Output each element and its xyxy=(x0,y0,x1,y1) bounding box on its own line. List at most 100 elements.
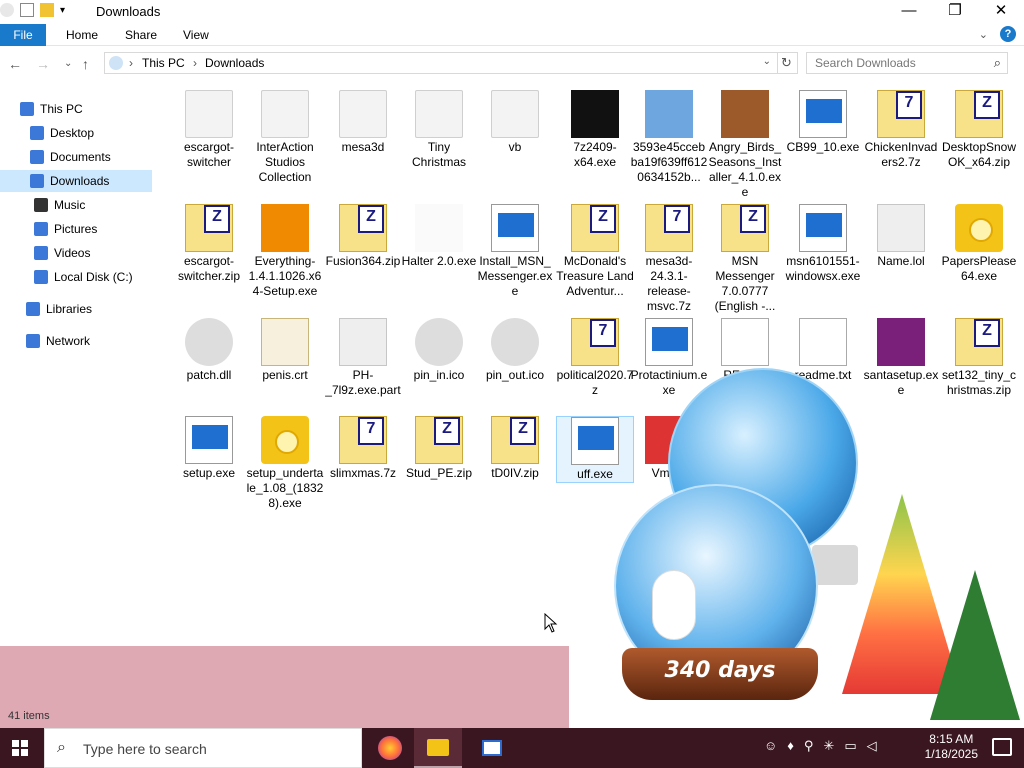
file-item[interactable]: pin_out.ico xyxy=(476,318,554,383)
setup-icon xyxy=(185,416,233,464)
search-tool-icon[interactable]: ⚲ xyxy=(804,738,814,754)
notification-icon[interactable] xyxy=(992,738,1012,756)
sidebar-item-libraries[interactable]: Libraries xyxy=(26,298,166,320)
file-name: Tiny Christmas xyxy=(411,140,466,169)
sidebar-item-downloads[interactable]: Downloads xyxy=(0,170,152,192)
file-item[interactable]: DesktopSnowOK_x64.zip xyxy=(940,90,1018,170)
tab-file[interactable]: File xyxy=(0,24,46,46)
file-item[interactable]: MSN Messenger 7.0.0777 (English -... xyxy=(706,204,784,314)
help-icon[interactable]: ? xyxy=(1000,26,1016,42)
start-button[interactable] xyxy=(0,728,44,768)
file-item[interactable]: Install_MSN_Messenger.exe xyxy=(476,204,554,299)
file-item[interactable]: Name.lol xyxy=(862,204,940,269)
file-item[interactable]: santasetup.exe xyxy=(862,318,940,398)
file-item[interactable]: Tiny Christmas xyxy=(400,90,478,170)
title-bar: ▾ Downloads — ❐ ✕ xyxy=(0,0,1024,24)
firefox-icon[interactable] xyxy=(366,728,414,768)
file-item[interactable]: CB99_10.exe xyxy=(784,90,862,155)
sidebar-item-label: Network xyxy=(46,334,91,348)
clock-date: 1/18/2025 xyxy=(924,747,978,761)
file-explorer-icon[interactable] xyxy=(414,728,462,768)
sidebar-item-local-disk-c[interactable]: Local Disk (C:) xyxy=(34,266,174,288)
breadcrumb-this-pc[interactable]: This PC xyxy=(142,56,185,70)
file-item[interactable]: Halter 2.0.exe xyxy=(400,204,478,269)
zip-archive-icon xyxy=(491,416,539,464)
file-name: set132_tiny_christmas.zip xyxy=(941,368,1017,397)
file-item[interactable]: Protactinium.exe xyxy=(630,318,708,398)
sidebar-item-desktop[interactable]: Desktop xyxy=(30,122,170,144)
mouse-cursor-icon xyxy=(544,613,558,633)
drop-icon[interactable]: ♦ xyxy=(787,738,794,754)
file-item[interactable]: Stud_PE.zip xyxy=(400,416,478,481)
breadcrumb-downloads[interactable]: Downloads xyxy=(205,56,264,70)
file-item[interactable]: setup.exe xyxy=(170,416,248,481)
file-item[interactable]: political2020.7z xyxy=(556,318,634,398)
people-icon[interactable]: ☺ xyxy=(764,738,777,754)
file-name: MSN Messenger 7.0.0777 (English -... xyxy=(714,254,776,313)
sparkle-icon[interactable]: ✳ xyxy=(823,738,834,754)
customize-chevron-icon[interactable]: ▾ xyxy=(60,5,65,16)
file-item[interactable]: InterAction Studios Collection xyxy=(246,90,324,185)
app-window-icon[interactable] xyxy=(468,728,516,768)
file-item[interactable]: penis.crt xyxy=(246,318,324,383)
sidebar-item-music[interactable]: Music xyxy=(34,194,174,216)
file-item[interactable]: Everything-1.4.1.1026.x64-Setup.exe xyxy=(246,204,324,299)
network-icon[interactable]: ▭ xyxy=(844,738,856,754)
file-item[interactable]: setup_undertale_1.08_(18328).exe xyxy=(246,416,324,511)
minimize-button[interactable]: — xyxy=(886,0,932,24)
folder-icon xyxy=(339,90,387,138)
refresh-icon[interactable]: ↻ xyxy=(776,52,798,74)
file-item[interactable]: Angry_Birds_Seasons_Installer_4.1.0.exe xyxy=(706,90,784,200)
file-item[interactable]: PapersPlease64.exe xyxy=(940,204,1018,284)
expand-ribbon-icon[interactable]: ⌄ xyxy=(979,28,988,41)
file-item[interactable]: uff.exe xyxy=(556,416,634,483)
properties-icon[interactable] xyxy=(20,3,34,17)
sidebar-item-documents[interactable]: Documents xyxy=(30,146,170,168)
taskbar-search-placeholder: Type here to search xyxy=(83,741,207,757)
address-bar[interactable]: › This PC › Downloads ⌄ xyxy=(104,52,778,74)
file-item[interactable]: set132_tiny_christmas.zip xyxy=(940,318,1018,398)
file-name: slimxmas.7z xyxy=(329,466,396,480)
tab-share[interactable]: Share xyxy=(125,24,157,46)
magnifier-icon xyxy=(261,204,309,252)
close-button[interactable]: ✕ xyxy=(978,0,1024,24)
file-item[interactable]: Fusion364.zip xyxy=(324,204,402,269)
sidebar-item-pictures[interactable]: Pictures xyxy=(34,218,174,240)
file-item[interactable]: pin_in.ico xyxy=(400,318,478,383)
file-item[interactable]: 3593e45ccebba19f639ff6120634152b... xyxy=(630,90,708,185)
file-item[interactable]: tD0IV.zip xyxy=(476,416,554,481)
file-item[interactable]: 7z2409-x64.exe xyxy=(556,90,634,170)
maximize-button[interactable]: ❐ xyxy=(932,0,978,24)
recent-chevron-icon[interactable]: ⌄ xyxy=(64,58,72,69)
tab-view[interactable]: View xyxy=(183,24,209,46)
address-dropdown-icon[interactable]: ⌄ xyxy=(763,56,771,67)
file-item[interactable]: slimxmas.7z xyxy=(324,416,402,481)
explorer-icon[interactable] xyxy=(0,3,14,17)
file-item[interactable]: patch.dll xyxy=(170,318,248,383)
forward-arrow-icon[interactable]: → xyxy=(36,56,50,72)
up-arrow-icon[interactable]: ↑ xyxy=(82,56,89,72)
file-item[interactable]: mesa3d-24.3.1-release-msvc.7z xyxy=(630,204,708,314)
sidebar-item-this-pc[interactable]: This PC xyxy=(20,98,160,120)
sidebar-item-label: Local Disk (C:) xyxy=(54,270,133,284)
file-name: tD0IV.zip xyxy=(491,466,539,480)
zip-archive-icon xyxy=(955,90,1003,138)
tab-home[interactable]: Home xyxy=(66,24,98,46)
file-item[interactable]: vb xyxy=(476,90,554,155)
file-item[interactable]: escargot-switcher xyxy=(170,90,248,170)
taskbar-search-box[interactable]: ⌕ Type here to search xyxy=(44,728,362,768)
file-item[interactable]: mesa3d xyxy=(324,90,402,155)
certificate-icon xyxy=(261,318,309,366)
new-folder-icon[interactable] xyxy=(40,3,54,17)
search-input[interactable]: Search Downloads ⌕ xyxy=(806,52,1008,74)
file-item[interactable]: ChickenInvaders2.7z xyxy=(862,90,940,170)
sidebar-item-videos[interactable]: Videos xyxy=(34,242,174,264)
sidebar-item-network[interactable]: Network xyxy=(26,330,166,352)
file-item[interactable]: McDonald's Treasure Land Adventur... xyxy=(556,204,634,299)
volume-icon[interactable]: ◁ xyxy=(867,738,877,754)
file-item[interactable]: msn6101551-windowsx.exe xyxy=(784,204,862,284)
file-item[interactable]: escargot-switcher.zip xyxy=(170,204,248,284)
file-item[interactable]: PH-_7l9z.exe.part xyxy=(324,318,402,398)
back-arrow-icon[interactable]: ← xyxy=(8,56,22,72)
clock[interactable]: 8:15 AM 1/18/2025 xyxy=(925,732,978,762)
